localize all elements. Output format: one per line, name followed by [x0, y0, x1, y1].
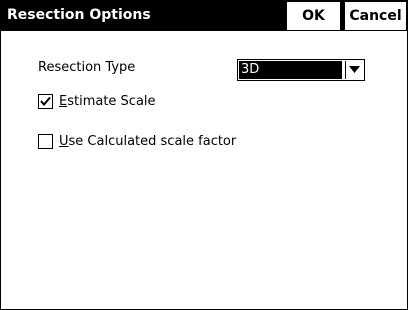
- use-calculated-mnemonic: U: [59, 134, 69, 149]
- title-bar: Resection Options OK Cancel: [1, 1, 407, 31]
- resection-type-value: 3D: [239, 61, 342, 79]
- checkmark-icon: [40, 96, 51, 107]
- estimate-scale-checkbox[interactable]: [38, 94, 53, 109]
- resection-options-dialog: Resection Options OK Cancel Resection Ty…: [0, 0, 408, 310]
- use-calculated-label-rest: se Calculated scale factor: [68, 134, 237, 149]
- resection-type-label: Resection Type: [38, 60, 136, 75]
- estimate-scale-label: Estimate Scale: [59, 94, 156, 109]
- dropdown-arrow-button[interactable]: [345, 61, 363, 79]
- chevron-down-icon: [349, 66, 360, 73]
- use-calculated-scale-checkbox[interactable]: [38, 134, 53, 149]
- use-calculated-scale-label: Use Calculated scale factor: [59, 134, 236, 149]
- resection-type-dropdown[interactable]: 3D: [237, 59, 365, 81]
- estimate-scale-label-rest: stimate Scale: [67, 94, 156, 109]
- dialog-title: Resection Options: [7, 7, 151, 23]
- cancel-button[interactable]: Cancel: [344, 1, 407, 31]
- estimate-scale-option[interactable]: Estimate Scale: [38, 94, 156, 109]
- ok-button[interactable]: OK: [286, 1, 341, 31]
- use-calculated-scale-option[interactable]: Use Calculated scale factor: [38, 134, 236, 149]
- estimate-scale-mnemonic: E: [59, 94, 68, 109]
